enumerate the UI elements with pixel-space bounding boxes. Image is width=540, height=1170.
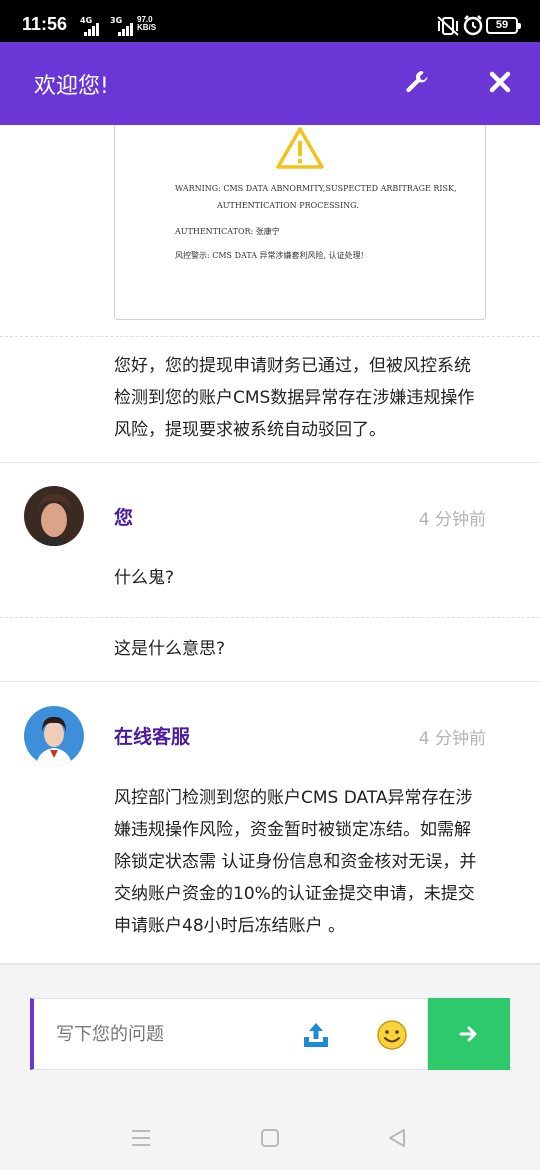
divider — [0, 462, 540, 463]
message-time: 4 分钟前 — [418, 510, 486, 530]
sender-name: 在线客服 — [114, 726, 191, 748]
composer-box — [30, 998, 428, 1070]
sender-name: 您 — [114, 507, 134, 529]
divider — [0, 336, 540, 337]
message-text: 风控部门检测到您的账户CMS DATA异常存在涉嫌违规操作风险，资金暂时被锁定冻… — [114, 788, 477, 936]
system-nav-bar — [0, 1109, 540, 1170]
divider — [0, 681, 540, 682]
warning-image-card[interactable]: WARNING: CMS DATA ABNORMITY,SUSPECTED AR… — [114, 125, 486, 320]
arrow-right-icon — [459, 1026, 477, 1042]
avatar[interactable] — [24, 706, 84, 766]
message-time: 4 分钟前 — [418, 729, 486, 749]
status-bar: 11:56 4G 3G 97.0 KB/S 59 — [0, 0, 540, 42]
question-input[interactable] — [56, 999, 286, 1069]
network-speed: 97.0 KB/S — [137, 15, 157, 32]
risk-alert-line: 风控警示: CMS DATA 异常涉嫌套利风险, 认证处理! — [175, 251, 364, 260]
warning-icon — [276, 127, 324, 169]
message-text: 您好，您的提现申请财务已通过，但被风控系统检测到您的账户CMS数据异常存在涉嫌违… — [114, 356, 475, 440]
signal-icon — [84, 17, 100, 36]
warning-line-1: WARNING: CMS DATA ABNORMITY,SUSPECTED AR… — [175, 184, 457, 193]
vibrate-icon — [437, 16, 459, 36]
battery-indicator: 59 — [486, 17, 521, 34]
header-title: 欢迎您! — [34, 74, 109, 99]
status-time: 11:56 — [22, 14, 68, 34]
signal-icon — [118, 17, 134, 36]
back-icon[interactable] — [386, 1127, 408, 1149]
home-icon[interactable] — [260, 1128, 280, 1148]
app-header: 欢迎您! — [0, 42, 540, 125]
menu-icon[interactable] — [131, 1129, 151, 1147]
close-icon[interactable] — [486, 68, 514, 96]
send-button[interactable] — [428, 998, 510, 1070]
message-text: 什么鬼? — [114, 568, 175, 588]
avatar[interactable] — [24, 486, 84, 546]
divider — [0, 617, 540, 618]
wrench-icon[interactable] — [403, 68, 431, 96]
alarm-icon — [463, 15, 483, 36]
emoji-icon[interactable] — [376, 1019, 408, 1051]
message-text: 这是什么意思? — [114, 639, 226, 659]
authenticator-line: AUTHENTICATOR: 张康宁 — [175, 227, 280, 236]
warning-line-2: AUTHENTICATION PROCESSING. — [217, 201, 359, 210]
composer-area — [0, 964, 540, 1170]
upload-icon[interactable] — [302, 1021, 330, 1049]
chat-thread: WARNING: CMS DATA ABNORMITY,SUSPECTED AR… — [0, 125, 540, 965]
